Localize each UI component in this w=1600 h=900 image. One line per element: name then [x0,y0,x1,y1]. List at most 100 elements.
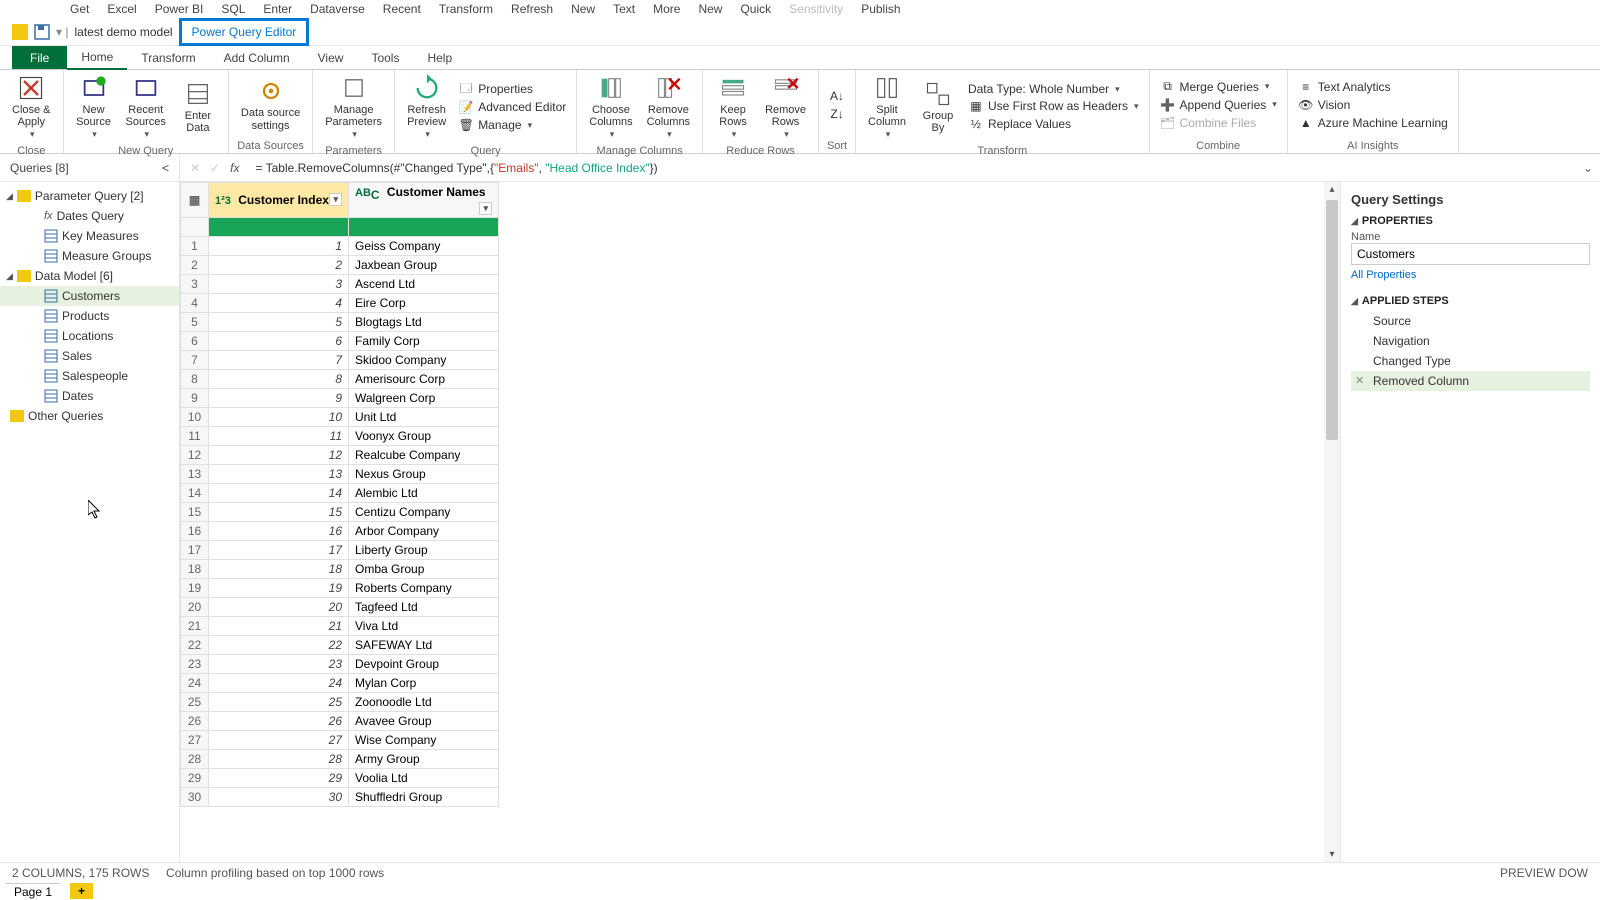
cell-customer-index[interactable]: 26 [209,712,349,731]
table-row[interactable]: 2525Zoonoodle Ltd [181,693,499,712]
query-item-customers[interactable]: Customers [0,286,179,306]
row-header[interactable]: 8 [181,370,209,389]
cell-customer-name[interactable]: Army Group [349,750,499,769]
scrollbar-thumb[interactable] [1326,200,1338,440]
ribbon-tab-tools[interactable]: Tools [357,46,413,69]
formula-input[interactable]: = Table.RemoveColumns(#"Changed Type",{"… [249,159,1576,177]
row-header[interactable]: 6 [181,332,209,351]
cell-customer-index[interactable]: 23 [209,655,349,674]
recent-sources-button[interactable]: Recent Sources [120,72,172,142]
cell-customer-index[interactable]: 27 [209,731,349,750]
row-header[interactable]: 22 [181,636,209,655]
cell-customer-index[interactable]: 2 [209,256,349,275]
cell-customer-name[interactable]: Shuffledri Group [349,788,499,807]
cell-customer-name[interactable]: Liberty Group [349,541,499,560]
cell-customer-index[interactable]: 20 [209,598,349,617]
table-row[interactable]: 55Blogtags Ltd [181,313,499,332]
datasource-item[interactable]: Refresh [511,2,553,16]
table-row[interactable]: 44Eire Corp [181,294,499,313]
row-header[interactable]: 14 [181,484,209,503]
table-row[interactable]: 2828Army Group [181,750,499,769]
cell-customer-index[interactable]: 9 [209,389,349,408]
row-header[interactable]: 20 [181,598,209,617]
row-header[interactable]: 5 [181,313,209,332]
remove-columns-button[interactable]: Remove Columns [641,72,696,142]
row-header[interactable]: 1 [181,237,209,256]
table-row[interactable]: 2626Avavee Group [181,712,499,731]
cell-customer-index[interactable]: 19 [209,579,349,598]
cell-customer-name[interactable]: Eire Corp [349,294,499,313]
cell-customer-index[interactable]: 5 [209,313,349,332]
cell-customer-name[interactable]: Arbor Company [349,522,499,541]
cell-customer-name[interactable]: Wise Company [349,731,499,750]
table-row[interactable]: 22Jaxbean Group [181,256,499,275]
datasource-item[interactable]: Excel [107,2,136,16]
remove-rows-button[interactable]: Remove Rows [759,72,812,142]
cell-customer-name[interactable]: Geiss Company [349,237,499,256]
table-row[interactable]: 1515Centizu Company [181,503,499,522]
row-header[interactable]: 2 [181,256,209,275]
ribbon-tab-transform[interactable]: Transform [127,46,209,69]
sort-asc-button[interactable]: A↓ [825,87,849,105]
row-header[interactable]: 24 [181,674,209,693]
datasource-item[interactable]: Enter [263,2,292,16]
cell-customer-name[interactable]: Tagfeed Ltd [349,598,499,617]
add-page-button[interactable]: + [70,883,93,899]
ribbon-tab-help[interactable]: Help [413,46,466,69]
sort-desc-button[interactable]: Z↓ [825,105,849,123]
cell-customer-index[interactable]: 28 [209,750,349,769]
cell-customer-index[interactable]: 14 [209,484,349,503]
replace-values-button[interactable]: ½Replace Values [964,115,1143,133]
table-row[interactable]: 1414Alembic Ltd [181,484,499,503]
choose-columns-button[interactable]: Choose Columns [583,72,638,142]
merge-queries-button[interactable]: ⧉Merge Queries [1156,78,1281,96]
table-row[interactable]: 1919Roberts Company [181,579,499,598]
cell-customer-index[interactable]: 13 [209,465,349,484]
ribbon-tab-add-column[interactable]: Add Column [210,46,304,69]
cell-customer-name[interactable]: Realcube Company [349,446,499,465]
query-item-key-measures[interactable]: Key Measures [0,226,179,246]
query-group[interactable]: ◢Data Model [6] [0,266,179,286]
row-header[interactable]: 18 [181,560,209,579]
table-row[interactable]: 1111Voonyx Group [181,427,499,446]
table-row[interactable]: 1313Nexus Group [181,465,499,484]
group-by-button[interactable]: Group By [914,78,962,136]
select-all-corner[interactable]: ▦ [181,183,209,218]
cell-customer-index[interactable]: 6 [209,332,349,351]
manage-parameters-button[interactable]: Manage Parameters [319,72,388,142]
ribbon-tab-file[interactable]: File [12,46,67,69]
refresh-preview-button[interactable]: Refresh Preview [401,72,452,142]
cell-customer-name[interactable]: Walgreen Corp [349,389,499,408]
cell-customer-name[interactable]: Skidoo Company [349,351,499,370]
applied-steps-header[interactable]: APPLIED STEPS [1351,295,1590,307]
cell-customer-name[interactable]: Roberts Company [349,579,499,598]
cell-customer-name[interactable]: Jaxbean Group [349,256,499,275]
cell-customer-name[interactable]: Nexus Group [349,465,499,484]
table-row[interactable]: 2222SAFEWAY Ltd [181,636,499,655]
row-header[interactable]: 11 [181,427,209,446]
cell-customer-name[interactable]: SAFEWAY Ltd [349,636,499,655]
table-row[interactable]: 66Family Corp [181,332,499,351]
cell-customer-index[interactable]: 4 [209,294,349,313]
collapse-queries-icon[interactable]: < [162,161,169,175]
row-header[interactable]: 9 [181,389,209,408]
manage-button[interactable]: 🗑Manage [454,116,570,134]
datasource-item[interactable]: New [698,2,722,16]
table-row[interactable]: 2929Voolia Ltd [181,769,499,788]
combine-files-button[interactable]: 🗂Combine Files [1156,114,1281,132]
applied-step-source[interactable]: Source [1351,311,1590,331]
table-row[interactable]: 1212Realcube Company [181,446,499,465]
row-header[interactable]: 16 [181,522,209,541]
query-item-dates[interactable]: Dates [0,386,179,406]
cell-customer-name[interactable]: Viva Ltd [349,617,499,636]
row-header[interactable]: 3 [181,275,209,294]
row-header[interactable]: 4 [181,294,209,313]
cell-customer-name[interactable]: Zoonoodle Ltd [349,693,499,712]
datasource-item[interactable]: New [571,2,595,16]
datasource-item[interactable]: Text [613,2,635,16]
cell-customer-index[interactable]: 3 [209,275,349,294]
scroll-up-icon[interactable]: ▴ [1324,184,1340,195]
data-type-button[interactable]: Data Type: Whole Number [964,81,1143,97]
advanced-editor-button[interactable]: 📝Advanced Editor [454,98,570,116]
datasource-item[interactable]: Dataverse [310,2,365,16]
